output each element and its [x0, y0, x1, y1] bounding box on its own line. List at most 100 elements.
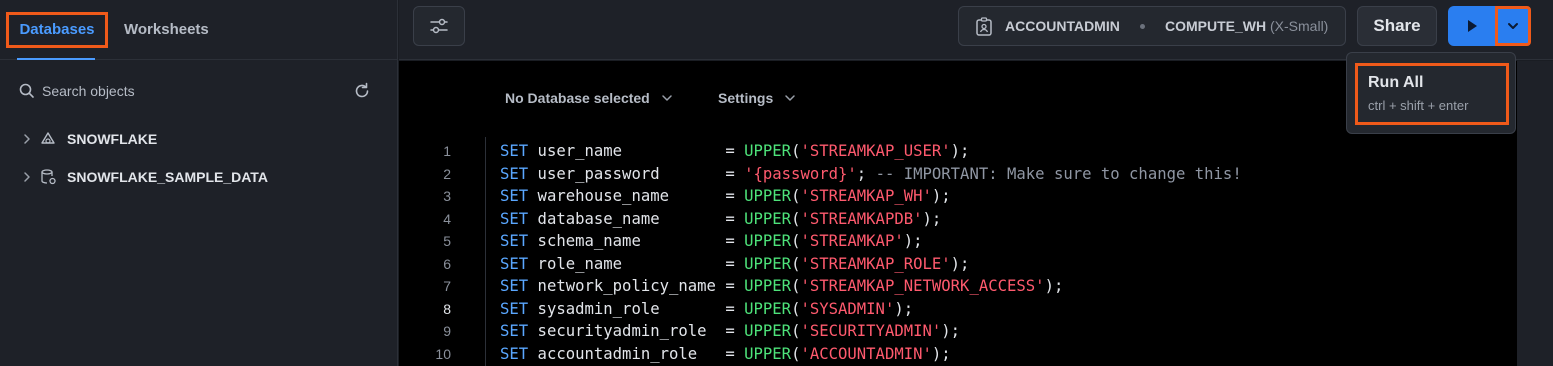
operator: =: [725, 344, 745, 363]
variable-name: sysadmin_role: [528, 299, 726, 318]
sql-keyword: SET: [500, 299, 529, 318]
code-line[interactable]: 9 SET securityadmin_role = UPPER('SECURIT…: [399, 320, 1517, 343]
variable-name: user_name: [528, 142, 726, 160]
run-all-menu-item[interactable]: Run All ctrl + shift + enter: [1355, 63, 1509, 125]
string-literal: 'ACCOUNTADMIN': [800, 344, 932, 363]
close-punct: );: [950, 142, 970, 160]
code-line[interactable]: 4 SET database_name = UPPER('STREAMKAPDB'…: [399, 208, 1517, 231]
line-number: 5: [443, 233, 451, 249]
share-button[interactable]: Share: [1357, 6, 1437, 46]
chevron-right-icon[interactable]: [20, 132, 34, 146]
string-literal: 'STREAMKAP_NETWORK_ACCESS': [800, 277, 1045, 295]
chevron-right-icon[interactable]: [20, 170, 34, 184]
code-line[interactable]: 10 SET accountadmin_role = UPPER('ACCOUNT…: [399, 343, 1517, 366]
line-number: 10: [435, 345, 451, 362]
string-literal: 'STREAMKAP_ROLE': [800, 254, 951, 273]
operator: =: [725, 254, 745, 273]
refresh-icon[interactable]: [352, 81, 372, 101]
code-line[interactable]: 8 SET sysadmin_role = UPPER('SYSADMIN');: [399, 298, 1517, 321]
close-punct: );: [1044, 277, 1064, 295]
tree-item-snowflake[interactable]: SNOWFLAKE: [20, 127, 157, 151]
variable-name: schema_name: [528, 232, 726, 250]
string-literal: 'SYSADMIN': [800, 299, 895, 318]
search-icon: [19, 83, 34, 98]
editor-side-panel: [1517, 61, 1553, 366]
close-punct: );: [941, 322, 961, 340]
variable-name: network_policy_name: [528, 277, 726, 295]
function-name: UPPER: [744, 254, 792, 273]
sql-keyword: SET: [500, 254, 529, 273]
operator: =: [725, 142, 745, 160]
variable-name: securityadmin_role: [528, 322, 726, 340]
code-line[interactable]: 3 SET warehouse_name = UPPER('STREAMKAP_W…: [399, 185, 1517, 208]
tree-item-snowflake-sample-data[interactable]: SNOWFLAKE_SAMPLE_DATA: [20, 165, 268, 189]
worksheet-toolbar: ACCOUNTADMIN COMPUTE_WH (X-Small) Share: [399, 0, 1553, 60]
operator: =: [725, 187, 745, 205]
close-punct: );: [922, 209, 942, 228]
separator-dot: [1140, 24, 1145, 29]
sql-keyword: SET: [500, 277, 529, 295]
line-number: 2: [443, 165, 451, 182]
chevron-down-icon: [1508, 23, 1518, 29]
close-punct: ;: [856, 164, 876, 183]
run-options-menu: Run All ctrl + shift + enter: [1346, 52, 1516, 134]
code-line[interactable]: 6 SET role_name = UPPER('STREAMKAP_ROLE')…: [399, 253, 1517, 276]
string-literal: 'STREAMKAP_WH': [800, 187, 932, 205]
run-options-button[interactable]: [1495, 6, 1531, 46]
variable-name: database_name: [528, 209, 726, 228]
string-literal: 'STREAMKAP_USER': [800, 142, 951, 160]
sql-keyword: SET: [500, 164, 529, 183]
close-punct: );: [950, 254, 970, 273]
active-tab-indicator: [17, 58, 95, 60]
variable-name: accountadmin_role: [528, 344, 726, 363]
chevron-down-icon: [661, 95, 672, 101]
tab-worksheets[interactable]: Worksheets: [124, 12, 209, 48]
line-number: 1: [443, 143, 451, 159]
run-button[interactable]: [1448, 6, 1496, 46]
tree-item-label: SNOWFLAKE_SAMPLE_DATA: [67, 169, 268, 185]
current-role: ACCOUNTADMIN: [1005, 18, 1120, 34]
function-name: UPPER: [744, 277, 792, 295]
operator: =: [725, 209, 745, 228]
search-input[interactable]: [42, 78, 342, 104]
function-name: UPPER: [744, 232, 792, 250]
variable-name: user_password: [528, 164, 726, 183]
code-comment: -- IMPORTANT: Make sure to change this!: [875, 164, 1242, 183]
line-number: 3: [443, 188, 451, 204]
snowflake-db-icon: [41, 132, 55, 144]
code-line[interactable]: 2 SET user_password = '{password}'; -- IM…: [399, 163, 1517, 186]
sql-keyword: SET: [500, 344, 529, 363]
function-name: UPPER: [744, 299, 792, 318]
code-area[interactable]: 1 SET user_name = UPPER('STREAMKAP_USER')…: [399, 140, 1517, 365]
operator: =: [725, 232, 745, 250]
function-name: UPPER: [744, 209, 792, 228]
sql-keyword: SET: [500, 142, 529, 160]
sql-keyword: SET: [500, 187, 529, 205]
close-punct: );: [903, 232, 923, 250]
code-line[interactable]: 1 SET user_name = UPPER('STREAMKAP_USER')…: [399, 140, 1517, 163]
sliders-icon: [430, 18, 448, 34]
operator: =: [725, 164, 745, 183]
close-punct: );: [931, 344, 951, 363]
function-name: UPPER: [744, 322, 792, 340]
operator: =: [725, 322, 745, 340]
close-punct: );: [931, 187, 951, 205]
run-all-label: Run All: [1368, 74, 1424, 91]
tab-databases[interactable]: Databases: [6, 12, 108, 48]
current-warehouse: COMPUTE_WH (X-Small): [1165, 18, 1328, 34]
role-badge-icon: [976, 17, 992, 36]
filter-settings-button[interactable]: [413, 6, 465, 46]
line-number: 4: [443, 210, 451, 227]
context-selector[interactable]: ACCOUNTADMIN COMPUTE_WH (X-Small): [958, 6, 1346, 46]
code-line[interactable]: 7 SET network_policy_name = UPPER('STREAM…: [399, 275, 1517, 298]
play-icon: [1468, 20, 1477, 32]
function-name: UPPER: [744, 344, 792, 363]
code-line[interactable]: 5 SET schema_name = UPPER('STREAMKAP');: [399, 230, 1517, 253]
shared-db-icon: [41, 169, 56, 185]
operator: =: [725, 277, 745, 295]
warehouse-size: (X-Small): [1270, 18, 1329, 34]
close-punct: );: [894, 299, 914, 318]
settings-selector[interactable]: Settings: [718, 90, 797, 106]
database-selector[interactable]: No Database selected: [505, 90, 674, 106]
object-search: [18, 78, 378, 104]
